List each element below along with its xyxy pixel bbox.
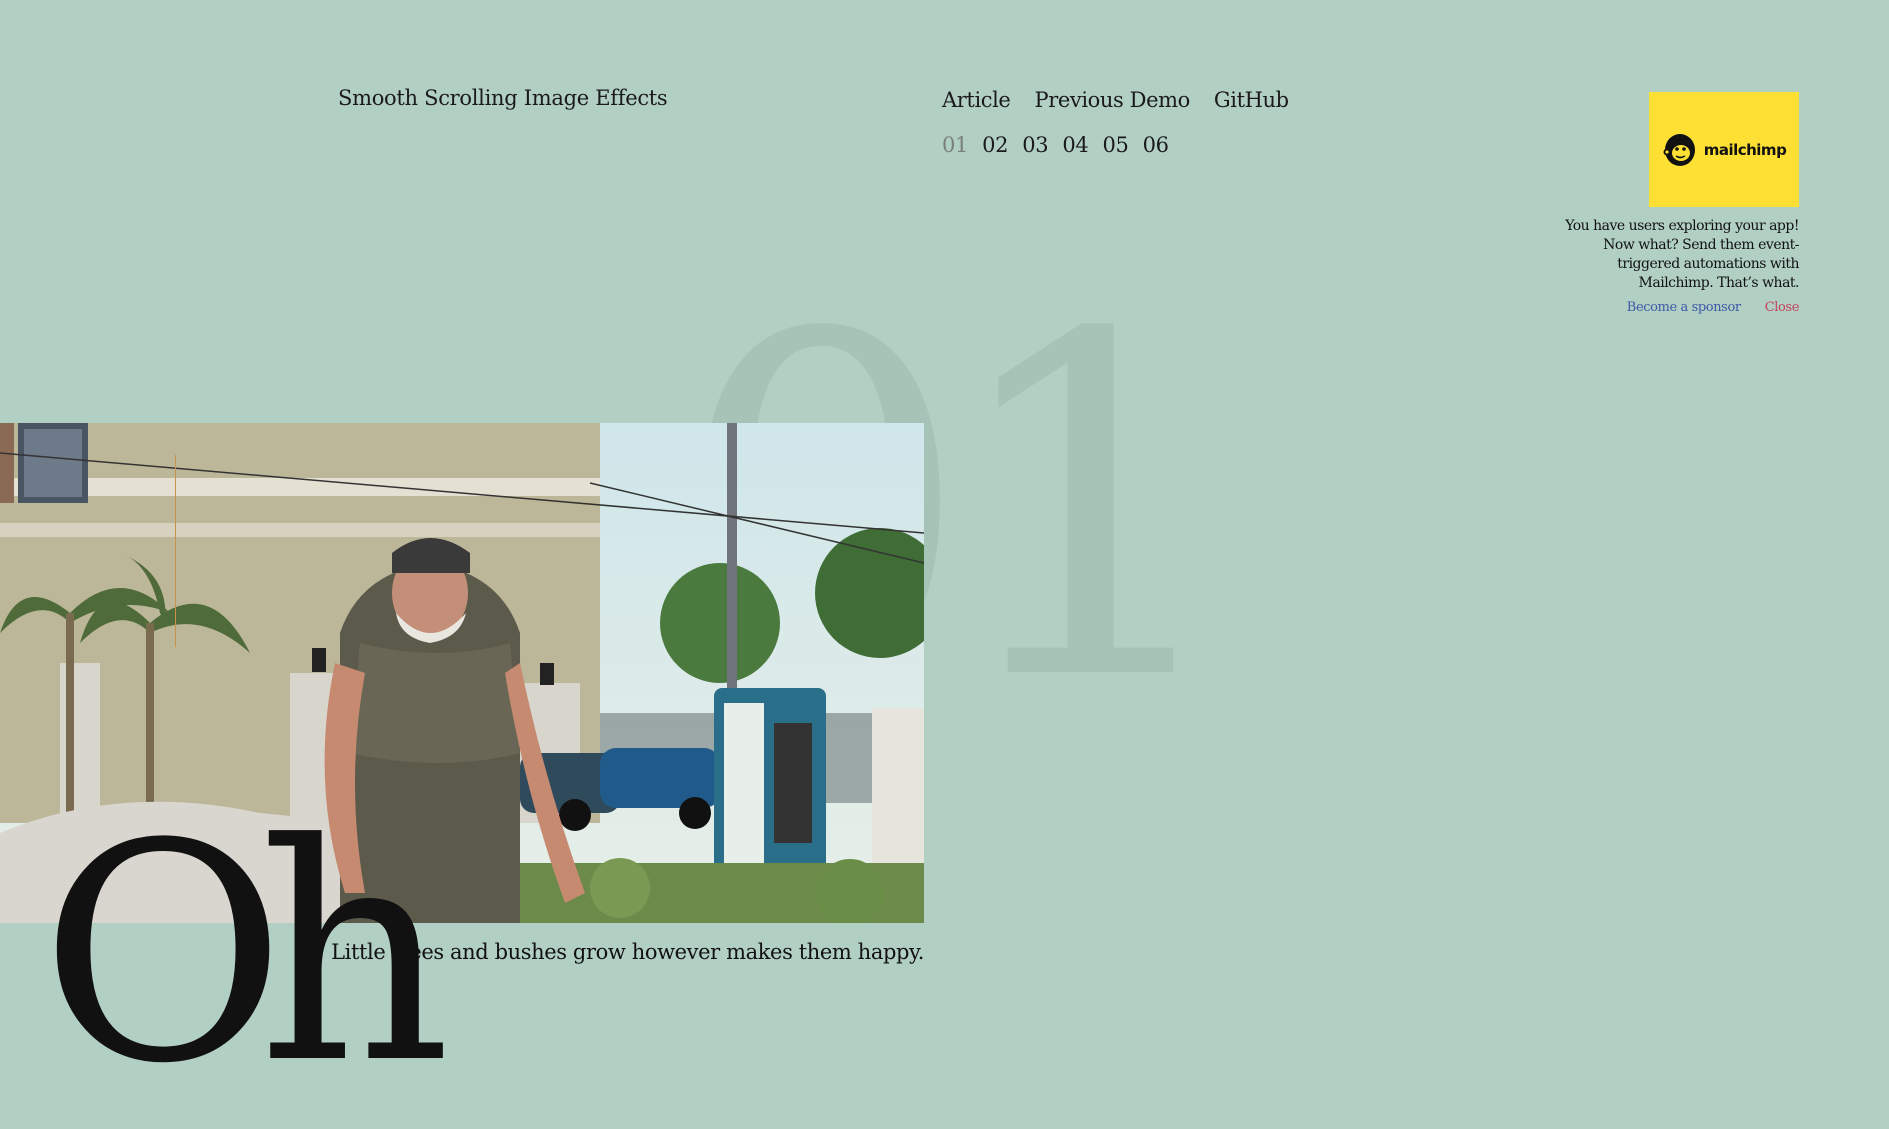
- demo-link-06[interactable]: 06: [1143, 133, 1169, 157]
- sponsor-logo[interactable]: mailchimp: [1649, 92, 1799, 207]
- nav-article-link[interactable]: Article: [942, 88, 1011, 112]
- demo-link-02[interactable]: 02: [982, 133, 1008, 157]
- nav-previous-demo-link[interactable]: Previous Demo: [1034, 88, 1190, 112]
- demo-link-05[interactable]: 05: [1103, 133, 1129, 157]
- accent-line: [175, 455, 176, 647]
- nav-github-link[interactable]: GitHub: [1214, 88, 1289, 112]
- page-title: Smooth Scrolling Image Effects: [338, 86, 668, 110]
- demo-nav: 01 02 03 04 05 06: [942, 133, 1169, 157]
- demo-link-01[interactable]: 01: [942, 133, 968, 157]
- mailchimp-icon: [1663, 133, 1695, 166]
- top-nav: Article Previous Demo GitHub: [942, 88, 1289, 112]
- become-sponsor-link[interactable]: Become a sponsor: [1627, 300, 1741, 315]
- demo-link-03[interactable]: 03: [1022, 133, 1048, 157]
- section-caption: Little trees and bushes grow however mak…: [331, 940, 924, 964]
- close-sponsor-link[interactable]: Close: [1765, 300, 1800, 315]
- demo-link-04[interactable]: 04: [1062, 133, 1088, 157]
- sponsor-links: Become a sponsor Close: [1627, 300, 1800, 315]
- sponsor-text: You have users exploring your app! Now w…: [1565, 218, 1799, 291]
- sponsor-brand: mailchimp: [1703, 140, 1787, 159]
